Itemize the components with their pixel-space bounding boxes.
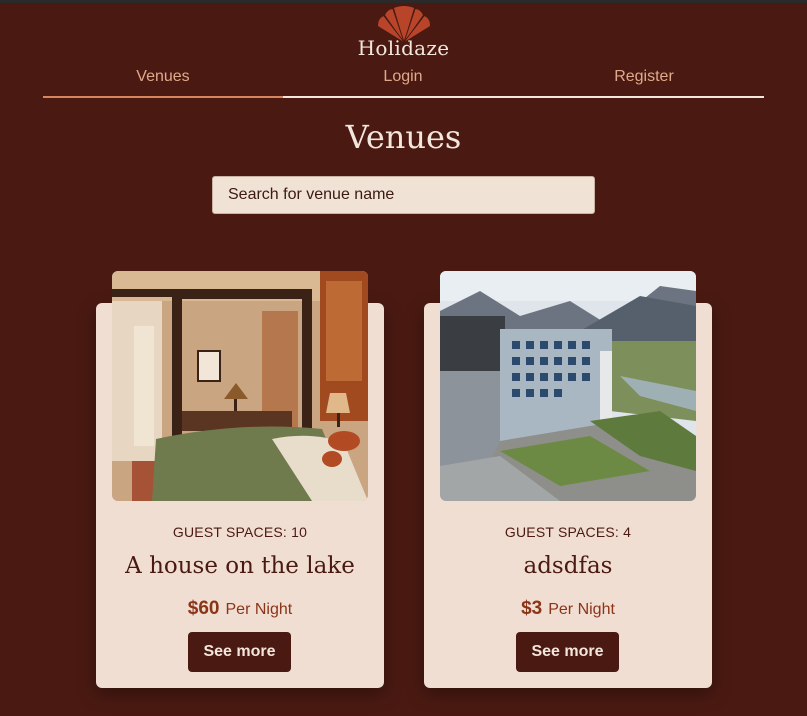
venue-price: $60 [187, 598, 220, 619]
see-more-button[interactable]: See more [516, 632, 619, 672]
brand-logo[interactable]: Holidaze [0, 6, 807, 60]
price-unit: Per Night [225, 601, 293, 618]
page-title: Venues [345, 118, 462, 156]
guest-spaces: GUEST SPACES: 4 [504, 524, 632, 540]
nav-register[interactable]: Register [524, 64, 764, 97]
venue-name: A house on the lake [125, 553, 355, 579]
nav-active-indicator [43, 96, 283, 98]
hotel-building-aerial-photo[interactable] [440, 271, 696, 501]
hotel-bedroom-photo[interactable] [112, 271, 368, 501]
venue-name: adsdfas [523, 553, 613, 579]
price-row: $3 Per Night [424, 598, 712, 620]
search-input[interactable] [212, 176, 595, 214]
nav-venues[interactable]: Venues [43, 64, 283, 97]
brand-name: Holidaze [357, 36, 450, 60]
price-unit: Per Night [548, 601, 615, 618]
venue-price: $3 [521, 598, 543, 619]
guest-spaces: GUEST SPACES: 10 [172, 524, 308, 540]
window-top-border [0, 0, 807, 3]
nav-login[interactable]: Login [283, 64, 523, 97]
see-more-button[interactable]: See more [188, 632, 291, 672]
price-row: $60 Per Night [96, 598, 384, 620]
main-nav: Venues Login Register [43, 64, 764, 99]
